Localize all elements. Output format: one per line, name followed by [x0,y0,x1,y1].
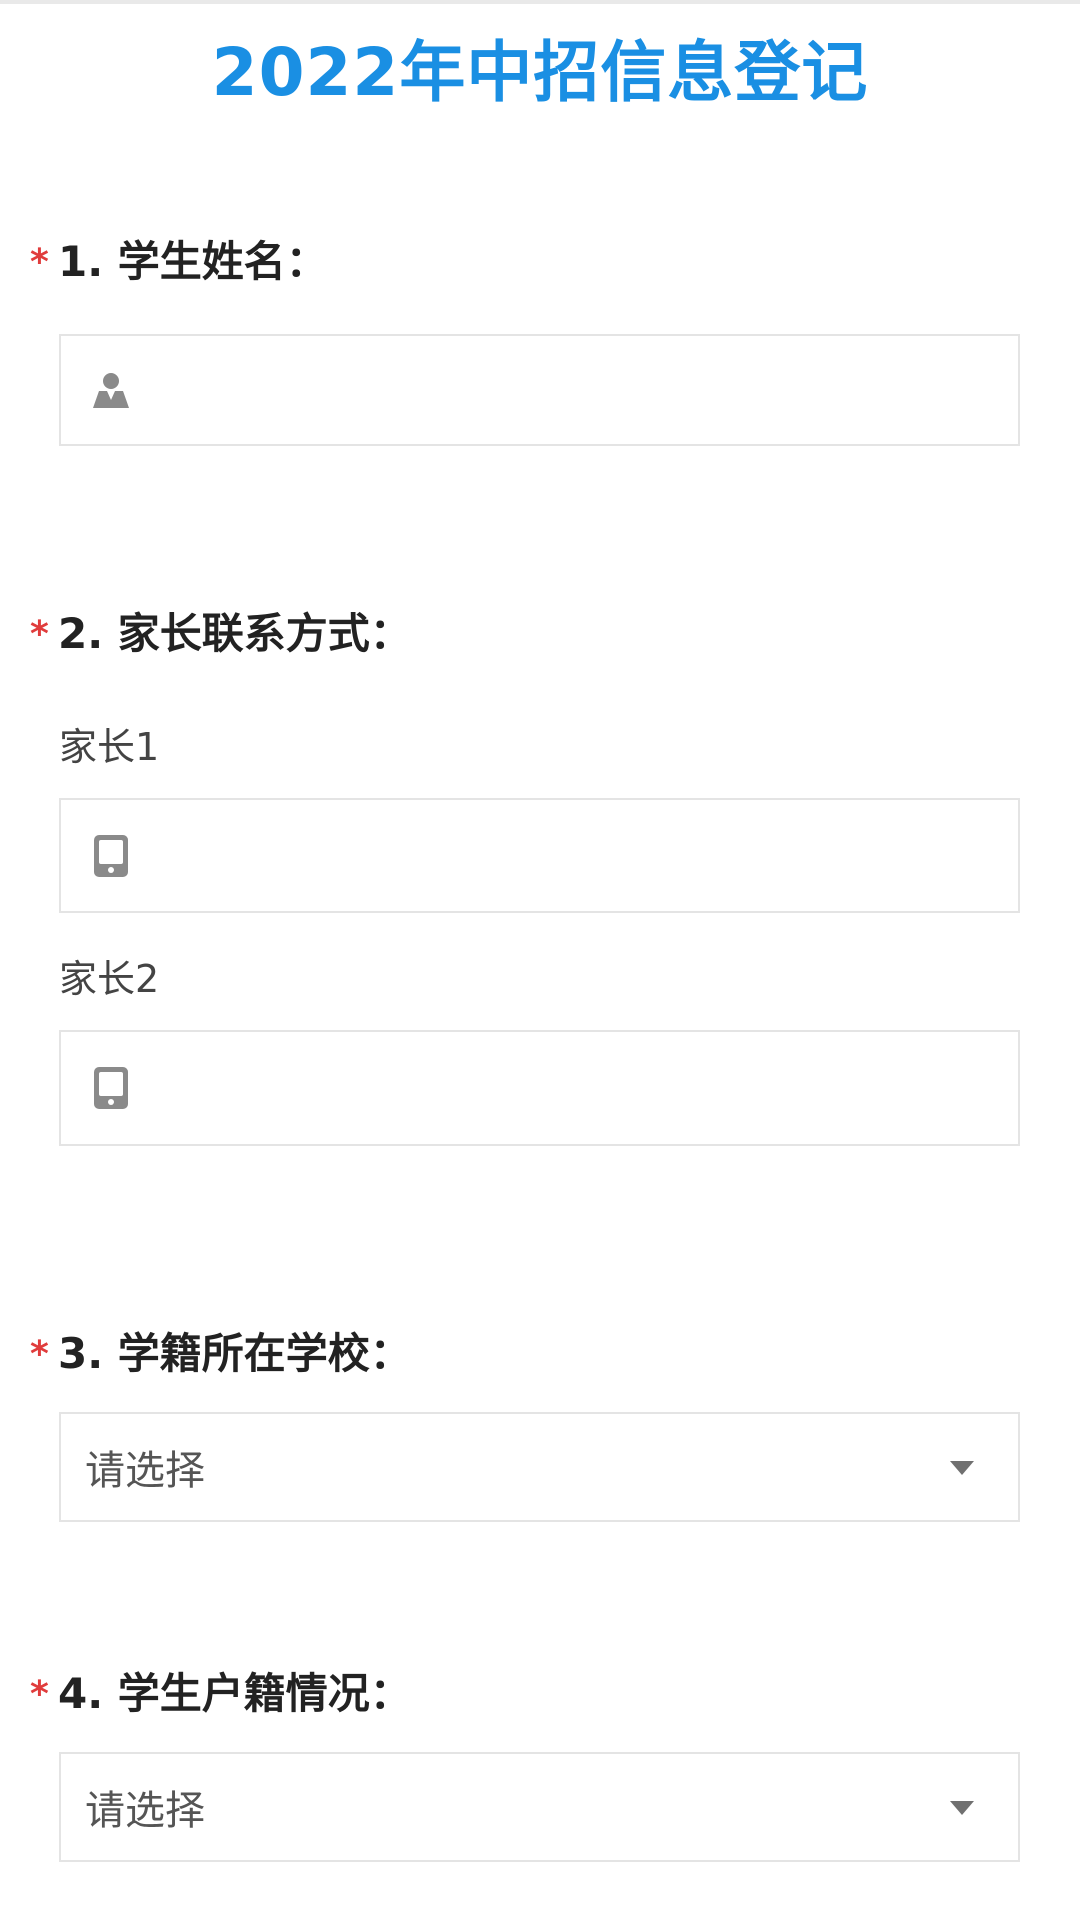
question-1-header: * 1. 学生姓名： [30,228,328,288]
top-divider [0,0,1080,4]
hukou-select-value: 请选择 [85,1788,205,1834]
question-4-header: * 4. 学生户籍情况： [30,1660,412,1720]
chevron-down-icon [950,1801,974,1815]
student-name-input[interactable] [133,335,1018,445]
parent-1-phone-input[interactable] [133,799,1018,912]
hukou-select[interactable]: 请选择 [59,1752,1020,1862]
required-mark: * [30,1673,49,1715]
phone-icon [89,1066,133,1110]
student-name-field[interactable] [59,334,1020,446]
school-select-value: 请选择 [85,1448,205,1494]
question-3-header: * 3. 学籍所在学校： [30,1320,412,1380]
parent-2-phone-input[interactable] [133,1031,1018,1145]
required-mark: * [30,241,49,283]
page-title: 2022年中招信息登记 [211,34,869,111]
required-mark: * [30,1333,49,1375]
parent-1-phone-field[interactable] [59,798,1020,913]
phone-icon [89,834,133,878]
school-select[interactable]: 请选择 [59,1412,1020,1522]
question-4-label: 4. 学生户籍情况： [58,1668,412,1718]
parent-1-label: 家长1 [59,725,160,769]
question-2-header: * 2. 家长联系方式： [30,600,412,660]
required-mark: * [30,613,49,655]
question-3-label: 3. 学籍所在学校： [58,1328,412,1378]
chevron-down-icon [950,1461,974,1475]
parent-2-phone-field[interactable] [59,1030,1020,1146]
parent-2-label: 家长2 [59,957,160,1001]
person-icon [89,368,133,412]
question-1-label: 1. 学生姓名： [58,236,328,286]
question-2-label: 2. 家长联系方式： [58,608,412,658]
